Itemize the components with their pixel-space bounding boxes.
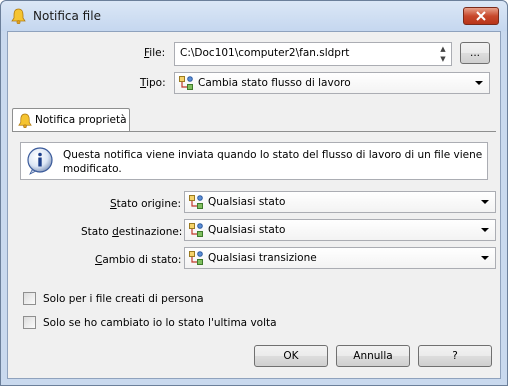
origin-state-label: Stato origine: (110, 198, 181, 210)
window-title: Notifica file (33, 9, 101, 23)
state-change-label: Cambio di stato: (95, 254, 182, 266)
dropdown-arrow-icon[interactable] (481, 228, 489, 232)
file-path-field[interactable]: C:\Doc101\computer2\fan.sldprt ▲ ▼ (174, 42, 452, 66)
origin-state-dropdown[interactable]: Qualsiasi stato (184, 191, 496, 213)
state-change-value: Qualsiasi transizione (208, 252, 317, 264)
self-changed-checkbox[interactable] (23, 316, 36, 329)
tab-page: Questa notifica viene inviata quando lo … (12, 131, 496, 339)
workflow-transition-icon (189, 251, 203, 265)
file-spinner[interactable]: ▲ ▼ (437, 44, 449, 64)
info-icon (27, 147, 53, 175)
close-button[interactable] (463, 7, 499, 25)
file-path-text: C:\Doc101\computer2\fan.sldprt (180, 47, 350, 59)
workflow-icon (179, 76, 193, 90)
info-text: Questa notifica viene inviata quando lo … (63, 149, 483, 175)
type-label: Tipo: (140, 77, 166, 89)
dropdown-arrow-icon[interactable] (475, 81, 483, 85)
dropdown-arrow-icon[interactable] (481, 200, 489, 204)
help-button[interactable]: ? (418, 345, 492, 367)
ok-button[interactable]: OK (254, 345, 328, 367)
info-box: Questa notifica viene inviata quando lo … (20, 142, 488, 180)
bell-icon (11, 8, 26, 24)
dest-state-label: Stato destinazione: (81, 226, 183, 238)
browse-button[interactable]: ... (460, 42, 490, 64)
cancel-button[interactable]: Annulla (336, 345, 410, 367)
dest-state-dropdown[interactable]: Qualsiasi stato (184, 219, 496, 241)
self-changed-label[interactable]: Solo se ho cambiato io lo stato l'ultima… (43, 317, 277, 329)
tab-notification-properties[interactable]: Notifica proprietà (12, 108, 130, 132)
title-bar[interactable]: Notifica file (1, 1, 507, 31)
state-change-dropdown[interactable]: Qualsiasi transizione (184, 247, 496, 269)
workflow-state-icon (189, 195, 203, 209)
dropdown-arrow-icon[interactable] (481, 256, 489, 260)
self-created-checkbox[interactable] (23, 292, 36, 305)
spin-down-icon[interactable]: ▼ (437, 54, 449, 64)
close-icon (476, 11, 486, 21)
dialog-body: File: C:\Doc101\computer2\fan.sldprt ▲ ▼… (7, 31, 501, 379)
self-created-label[interactable]: Solo per i file creati di persona (43, 293, 204, 305)
tab-label: Notifica proprietà (35, 114, 127, 126)
dialog-window: Notifica file File: C:\Doc101\computer2\… (0, 0, 508, 386)
dest-state-value: Qualsiasi stato (208, 224, 286, 236)
origin-state-value: Qualsiasi stato (208, 196, 286, 208)
type-value: Cambia stato flusso di lavoro (198, 77, 351, 89)
workflow-state-icon (189, 223, 203, 237)
bell-icon (18, 113, 32, 128)
spin-up-icon[interactable]: ▲ (437, 44, 449, 54)
type-dropdown[interactable]: Cambia stato flusso di lavoro (174, 72, 490, 94)
file-label: File: (144, 47, 166, 59)
